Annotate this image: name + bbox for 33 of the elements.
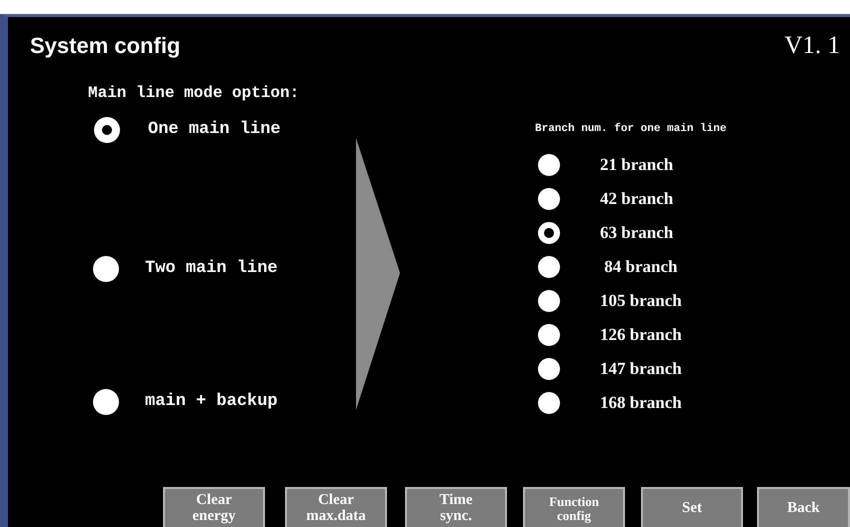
- option-label: 21 branch: [600, 154, 674, 176]
- option-label: 126 branch: [600, 324, 682, 346]
- option-label: 84 branch: [603, 256, 678, 278]
- option-label: main + backup: [145, 391, 278, 414]
- version-label: V1. 1: [784, 31, 840, 61]
- softkey-button[interactable]: Set: [641, 487, 743, 527]
- option-label: 63 branch: [600, 222, 674, 244]
- radio-button[interactable]: [538, 324, 560, 346]
- radio-button[interactable]: [94, 117, 120, 143]
- softkey-button[interactable]: Clear max.data: [285, 487, 387, 527]
- group-label: Main line mode option:: [88, 83, 300, 104]
- group-label: Branch num. for one main line: [535, 122, 726, 137]
- arrow-icon: [356, 138, 400, 410]
- radio-button[interactable]: [93, 389, 119, 415]
- radio-button[interactable]: [538, 188, 560, 210]
- option-label: One main line: [148, 119, 281, 142]
- radio-button[interactable]: [538, 222, 560, 244]
- radio-button[interactable]: [538, 358, 560, 380]
- option-label: 147 branch: [600, 358, 682, 380]
- radio-button[interactable]: [538, 256, 560, 278]
- softkey-button[interactable]: Function config: [523, 487, 625, 527]
- option-label: 168 branch: [600, 392, 682, 414]
- radio-button[interactable]: [538, 392, 560, 414]
- radio-button[interactable]: [538, 154, 560, 176]
- softkey-button[interactable]: Time sync.: [405, 487, 507, 527]
- option-label: 105 branch: [600, 290, 682, 312]
- option-label: 42 branch: [600, 188, 674, 210]
- softkey-button[interactable]: Clear energy: [163, 487, 265, 527]
- radio-button[interactable]: [93, 256, 119, 282]
- option-label: Two main line: [145, 258, 278, 280]
- radio-button[interactable]: [538, 290, 560, 312]
- screen-title: System config: [30, 32, 180, 60]
- softkey-button[interactable]: Back: [757, 487, 850, 527]
